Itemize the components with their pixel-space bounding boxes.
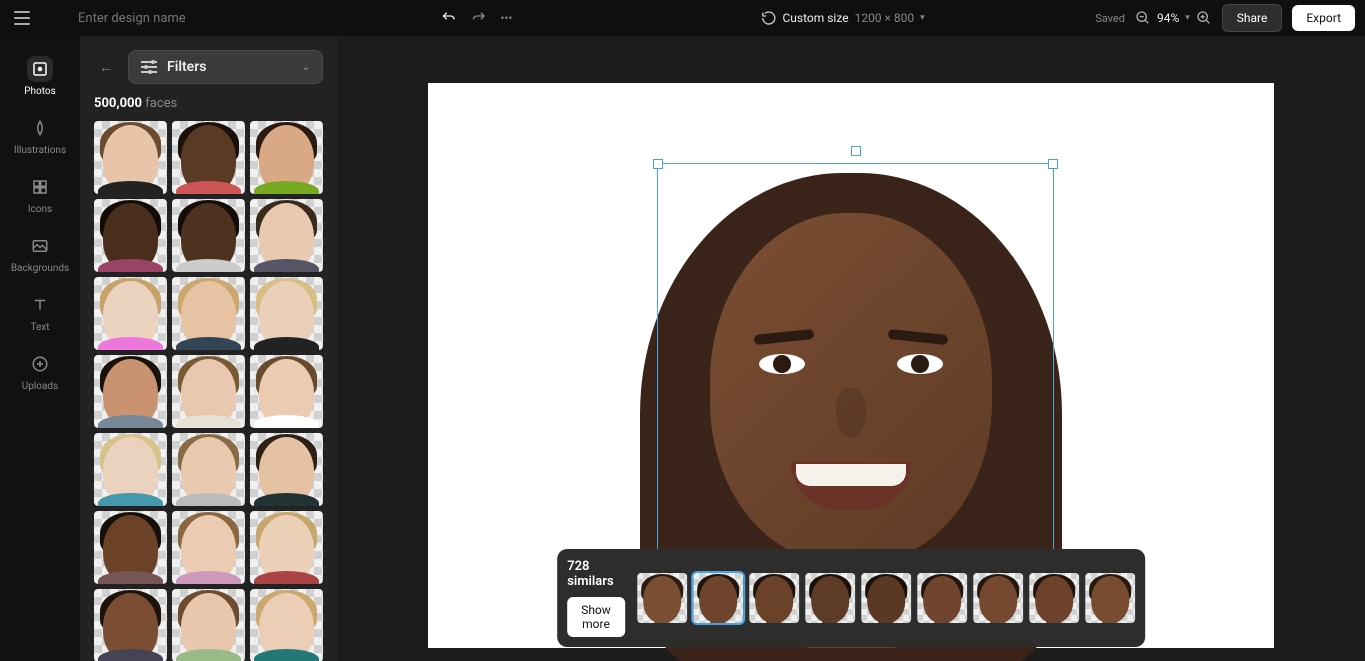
zoom-out-button[interactable] bbox=[1135, 10, 1151, 26]
chevron-down-icon: ⌄ bbox=[302, 62, 310, 73]
photo-thumb[interactable] bbox=[250, 121, 323, 194]
photo-thumb[interactable] bbox=[94, 433, 167, 506]
rail-label: Icons bbox=[28, 204, 52, 215]
filters-button[interactable]: Filters ⌄ bbox=[128, 50, 323, 84]
resize-handle-tr[interactable] bbox=[1048, 159, 1058, 169]
rail-uploads[interactable]: Uploads bbox=[0, 345, 80, 398]
photo-thumb[interactable] bbox=[172, 433, 245, 506]
saved-status: Saved bbox=[1095, 12, 1125, 25]
back-button[interactable]: ← bbox=[94, 59, 118, 76]
rail-label: Illustrations bbox=[14, 145, 66, 156]
filters-label: Filters bbox=[167, 59, 206, 75]
photo-thumb[interactable] bbox=[250, 433, 323, 506]
rail-backgrounds[interactable]: Backgrounds bbox=[0, 227, 80, 280]
similars-bar: 728 similars Show more bbox=[557, 549, 1145, 647]
rail-text[interactable]: Text bbox=[0, 286, 80, 339]
photo-thumb[interactable] bbox=[94, 277, 167, 350]
similar-thumb[interactable] bbox=[1029, 573, 1079, 623]
photos-icon bbox=[27, 56, 53, 82]
uploads-icon bbox=[27, 351, 53, 377]
design-name-input[interactable] bbox=[78, 11, 278, 26]
photo-thumb[interactable] bbox=[172, 355, 245, 428]
similars-count: 728 similars bbox=[567, 559, 625, 589]
backgrounds-icon bbox=[27, 233, 53, 259]
selection-box[interactable] bbox=[657, 163, 1054, 563]
rail-label: Backgrounds bbox=[11, 263, 69, 274]
rail-label: Uploads bbox=[22, 381, 58, 392]
similar-thumb[interactable] bbox=[749, 573, 799, 623]
photo-thumb[interactable] bbox=[250, 589, 323, 661]
photo-thumb[interactable] bbox=[172, 121, 245, 194]
show-more-button[interactable]: Show more bbox=[567, 597, 625, 637]
share-button[interactable]: Share bbox=[1222, 4, 1283, 32]
result-count: 500,000 faces bbox=[94, 96, 323, 111]
canvas-size-control[interactable]: Custom size 1200 × 800 ▾ bbox=[760, 10, 924, 26]
photo-thumb[interactable] bbox=[172, 589, 245, 661]
rotate-handle[interactable] bbox=[851, 146, 861, 156]
rail-illustrations[interactable]: Illustrations bbox=[0, 109, 80, 162]
rail-photos[interactable]: Photos bbox=[0, 50, 80, 103]
resize-handle-tl[interactable] bbox=[653, 159, 663, 169]
zoom-in-button[interactable] bbox=[1196, 10, 1212, 26]
photo-thumb[interactable] bbox=[94, 589, 167, 661]
chevron-down-icon: ▾ bbox=[1185, 13, 1190, 23]
rail-icons[interactable]: Icons bbox=[0, 168, 80, 221]
canvas-dimensions: 1200 × 800 bbox=[855, 11, 915, 25]
rail-label: Photos bbox=[24, 86, 56, 97]
similar-thumb[interactable] bbox=[693, 573, 743, 623]
similar-thumb[interactable] bbox=[861, 573, 911, 623]
photo-thumb[interactable] bbox=[94, 355, 167, 428]
text-icon bbox=[27, 292, 53, 318]
more-button[interactable]: ••• bbox=[500, 11, 512, 25]
canvas-size-label: Custom size bbox=[782, 11, 848, 25]
similar-thumb[interactable] bbox=[973, 573, 1023, 623]
similar-thumb[interactable] bbox=[1085, 573, 1135, 623]
photo-thumb[interactable] bbox=[172, 511, 245, 584]
photo-thumb[interactable] bbox=[250, 199, 323, 272]
redo-button[interactable] bbox=[470, 10, 486, 26]
menu-button[interactable] bbox=[10, 6, 34, 30]
undo-button[interactable] bbox=[440, 10, 456, 26]
rail-label: Text bbox=[30, 322, 49, 333]
photo-thumb[interactable] bbox=[250, 511, 323, 584]
filters-icon bbox=[141, 61, 157, 73]
chevron-down-icon: ▾ bbox=[920, 13, 925, 23]
icons-icon bbox=[27, 174, 53, 200]
photo-thumb[interactable] bbox=[94, 199, 167, 272]
photo-thumb[interactable] bbox=[250, 277, 323, 350]
photo-thumb[interactable] bbox=[172, 199, 245, 272]
photo-thumb[interactable] bbox=[94, 121, 167, 194]
rotate-icon bbox=[760, 10, 776, 26]
similar-thumb[interactable] bbox=[917, 573, 967, 623]
similar-thumb[interactable] bbox=[805, 573, 855, 623]
illustrations-icon bbox=[27, 115, 53, 141]
similar-thumb[interactable] bbox=[637, 573, 687, 623]
photo-thumb[interactable] bbox=[94, 511, 167, 584]
photo-thumb[interactable] bbox=[172, 277, 245, 350]
export-button[interactable]: Export bbox=[1292, 5, 1355, 31]
zoom-percent[interactable]: 94% bbox=[1157, 11, 1179, 25]
photo-thumb[interactable] bbox=[250, 355, 323, 428]
